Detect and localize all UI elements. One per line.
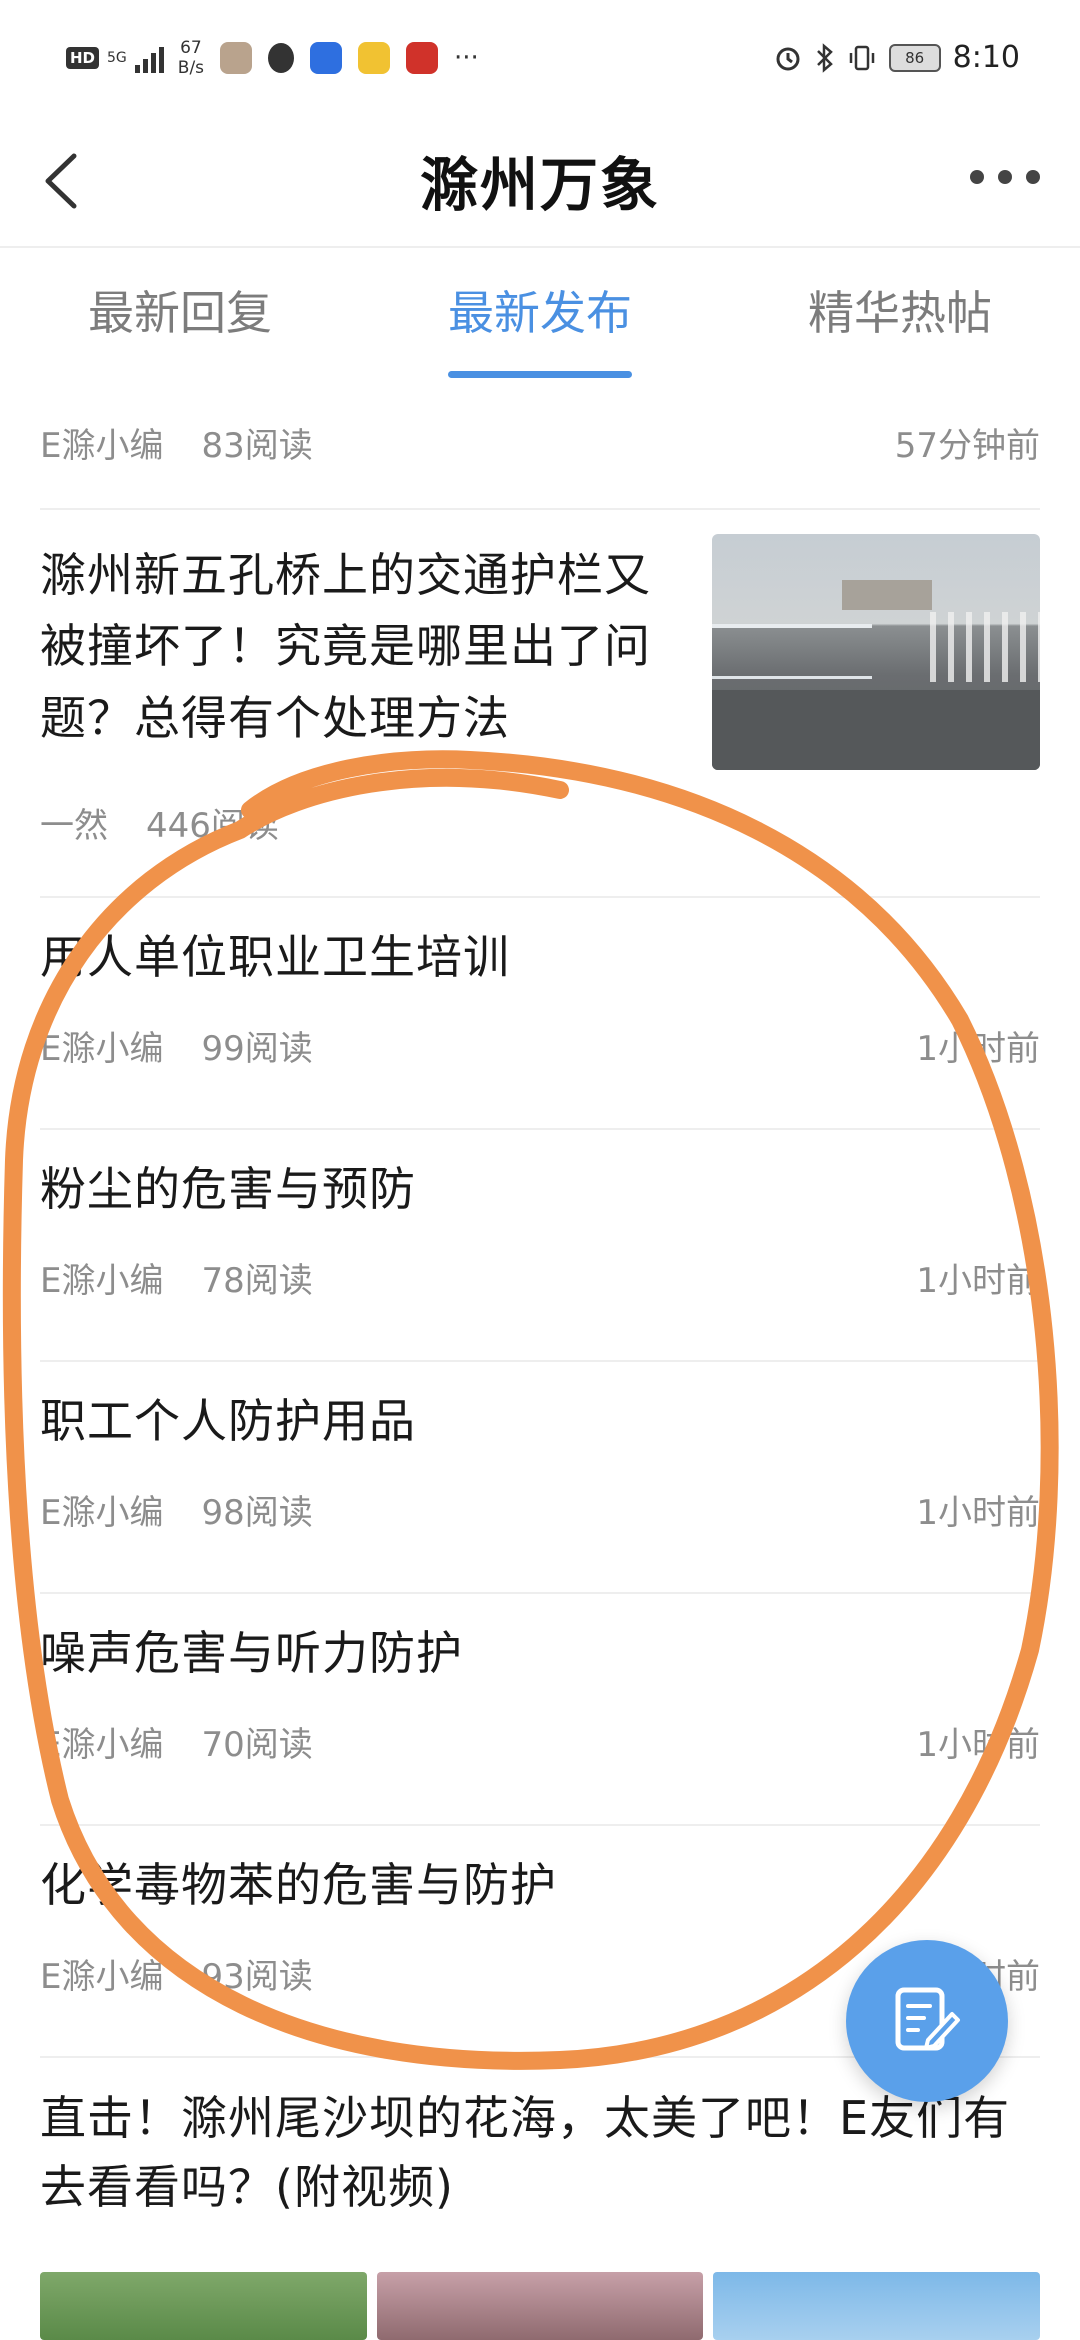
post-image — [713, 2272, 1041, 2340]
post-author: E滁小编 — [40, 1956, 164, 1997]
post-reads: 70阅读 — [201, 1724, 313, 1765]
post-author: E滁小编 — [40, 426, 164, 466]
post-time: 1小时前 — [916, 1724, 1040, 1765]
list-item[interactable]: 噪声危害与听力防护 E滁小编 70阅读 1小时前 — [40, 1594, 1040, 1826]
post-meta: E滁小编 99阅读 1小时前 — [40, 1021, 1040, 1070]
post-time: 1小时前 — [916, 1260, 1040, 1301]
list-item[interactable]: 用人单位职业卫生培训 E滁小编 99阅读 1小时前 — [40, 898, 1040, 1130]
list-item[interactable]: E滁小编 83阅读 57分钟前 — [40, 378, 1040, 510]
post-time: 57分钟前 — [894, 426, 1040, 466]
post-reads: 98阅读 — [201, 1492, 313, 1533]
post-title: 噪声危害与听力防护 — [40, 1626, 463, 1680]
status-bar: HD 5G 67 B/s ··· 86 8:10 — [0, 0, 1080, 120]
tab-latest-replies[interactable]: 最新回复 — [0, 248, 360, 378]
post-title: 粉尘的危害与预防 — [40, 1162, 416, 1216]
post-title: 化学毒物苯的危害与防护 — [40, 1858, 557, 1912]
post-feed: E滁小编 83阅读 57分钟前 滁州新五孔桥上的交通护栏又被撞坏了！究竟是哪里出… — [40, 378, 1040, 2222]
edit-note-icon — [895, 1987, 960, 2051]
weibo-icon — [358, 42, 391, 74]
post-author: E滁小编 — [40, 1260, 164, 1301]
hd-indicator: HD — [66, 47, 100, 69]
page-title: 滁州万象 — [419, 151, 660, 219]
post-meta: E滁小编 83阅读 57分钟前 — [40, 394, 1040, 467]
post-title: 用人单位职业卫生培训 — [40, 930, 510, 984]
bulb-app-icon — [310, 42, 343, 74]
compose-post-button[interactable] — [846, 1940, 1008, 2102]
post-time: 1小时前 — [916, 1492, 1040, 1533]
post-author: E滁小编 — [40, 1492, 164, 1533]
post-meta: 一然 446阅读 — [40, 798, 1040, 847]
network-label: 5G — [107, 50, 127, 66]
bluetooth-icon — [816, 42, 833, 73]
post-meta: E滁小编 78阅读 1小时前 — [40, 1253, 1040, 1302]
clock: 8:10 — [952, 40, 1020, 75]
tab-latest-posts[interactable]: 最新发布 — [360, 248, 720, 378]
post-reads: 446阅读 — [146, 805, 279, 846]
post-author: E滁小编 — [40, 1028, 164, 1069]
post-thumbnail — [712, 534, 1040, 770]
more-options-icon[interactable] — [970, 170, 1040, 184]
red-app-icon — [406, 42, 439, 74]
list-item[interactable]: 滁州新五孔桥上的交通护栏又被撞坏了！究竟是哪里出了问题？总得有个处理方法 一然 … — [40, 510, 1040, 898]
list-item[interactable]: 粉尘的危害与预防 E滁小编 78阅读 1小时前 — [40, 1130, 1040, 1362]
post-meta: E滁小编 70阅读 1小时前 — [40, 1717, 1040, 1766]
signal-icon — [134, 43, 164, 73]
post-reads: 99阅读 — [201, 1028, 313, 1069]
nav-bar: 滁州万象 — [0, 120, 1080, 248]
speed-value: 67 — [180, 38, 202, 58]
post-title: 职工个人防护用品 — [40, 1394, 416, 1448]
network-speed: 67 B/s — [178, 38, 204, 78]
vibrate-icon — [849, 45, 874, 70]
more-notifications-icon: ··· — [454, 43, 479, 73]
post-image-strip — [40, 2272, 1041, 2340]
speed-unit: B/s — [177, 58, 205, 78]
post-title: 滁州新五孔桥上的交通护栏又被撞坏了！究竟是哪里出了问题？总得有个处理方法 — [40, 548, 651, 745]
post-reads: 93阅读 — [201, 1956, 313, 1997]
avatar-notification-icon — [220, 42, 253, 74]
battery-indicator: 86 — [888, 43, 941, 72]
tab-featured-posts[interactable]: 精华热帖 — [720, 248, 1080, 378]
list-item[interactable]: 职工个人防护用品 E滁小编 98阅读 1小时前 — [40, 1362, 1040, 1594]
post-reads: 78阅读 — [201, 1260, 313, 1301]
alarm-icon — [776, 47, 800, 70]
post-author: 一然 — [40, 805, 108, 846]
post-meta: E滁小编 98阅读 1小时前 — [40, 1485, 1040, 1534]
qq-icon — [268, 43, 295, 73]
tab-bar: 最新回复 最新发布 精华热帖 — [0, 248, 1080, 378]
post-time: 1小时前 — [916, 1028, 1040, 1069]
post-image — [376, 2272, 704, 2340]
post-reads: 83阅读 — [201, 426, 313, 466]
post-author: E滁小编 — [40, 1724, 164, 1765]
post-image — [40, 2272, 367, 2340]
